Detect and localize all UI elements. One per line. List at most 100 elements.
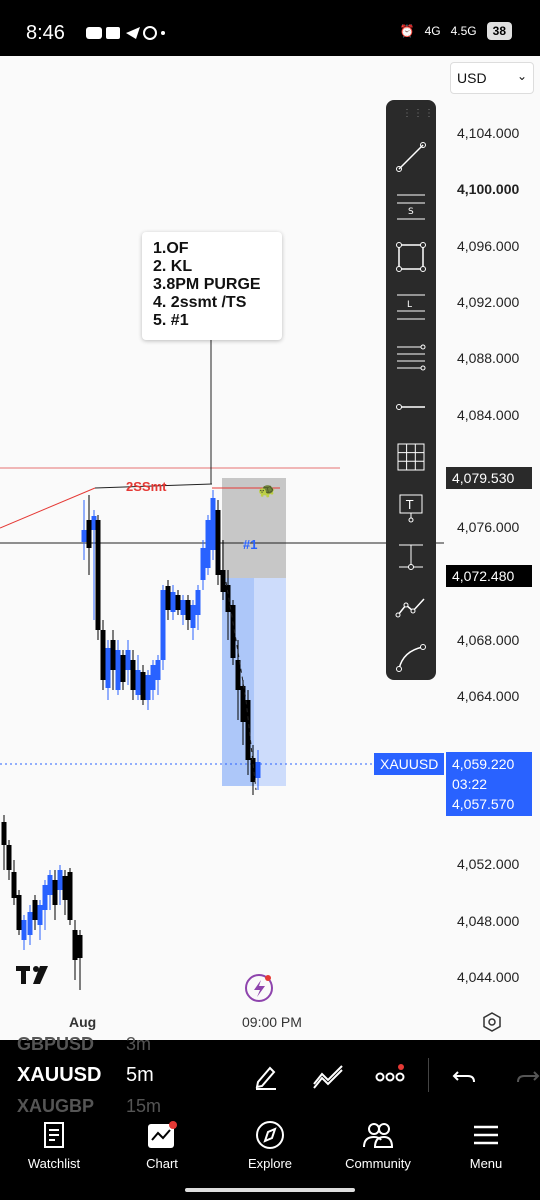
long-position-tool[interactable]: L	[386, 282, 436, 332]
candle-body	[6, 845, 12, 870]
indicator-icon	[313, 1065, 343, 1089]
chevron-down-icon: ⌄	[516, 69, 527, 83]
currency-select[interactable]: USD ⌄	[450, 62, 534, 94]
horizontal-ray-icon	[396, 404, 425, 410]
status-bar: 8:46 ⏰ 4G 4.5G 38	[0, 0, 540, 56]
nav-explore[interactable]: Explore	[216, 1112, 324, 1200]
text-tool[interactable]: T	[386, 482, 436, 532]
curve-tool[interactable]	[386, 632, 436, 682]
tradingview-logo	[16, 966, 48, 984]
candle-body	[47, 875, 53, 895]
bid-price: 4,059.220	[452, 756, 515, 772]
candle-body	[32, 900, 38, 920]
price-label: 4,104.000	[457, 125, 520, 141]
ghost-timeframe: 3m	[126, 1034, 152, 1054]
candle-body	[1, 822, 7, 845]
symbol-selector[interactable]: XAUUSD	[17, 1064, 101, 1087]
rectangle-tool[interactable]	[386, 232, 436, 282]
price-label: 4,088.000	[457, 350, 520, 366]
horizontal-ray-tool[interactable]	[386, 382, 436, 432]
nav-watchlist[interactable]: Watchlist	[0, 1112, 108, 1200]
price-label: 4,048.000	[457, 913, 520, 929]
turtle-icon: 🐢	[258, 482, 276, 498]
battery-icon: 38	[486, 22, 512, 40]
candle-body	[210, 498, 216, 550]
path-tool[interactable]	[386, 582, 436, 632]
candle-body	[110, 640, 116, 670]
note-line: 4. 2ssmt /TS	[153, 294, 247, 311]
undo-icon	[452, 1071, 475, 1083]
ask-price: 4,057.570	[452, 796, 515, 812]
candle-body	[215, 510, 221, 575]
nav-label: Chart	[146, 1156, 178, 1171]
live-price-tag: 4,059.220 03:22 4,057.570	[446, 752, 532, 816]
price-label: 4,100.000	[457, 181, 520, 197]
price-label: 4,084.000	[457, 407, 520, 423]
settings-icon	[483, 1012, 501, 1032]
candle-body	[170, 592, 176, 612]
drag-handle[interactable]: ⋮⋮⋮	[402, 108, 434, 119]
price-label: 4,076.000	[457, 519, 520, 535]
channel-icon	[397, 344, 426, 371]
candle-body	[185, 600, 191, 620]
price-range-tool[interactable]	[386, 532, 436, 582]
annotation-1: #1	[243, 537, 258, 552]
candle-body	[77, 935, 83, 958]
order-block-gray	[222, 478, 286, 578]
home-indicator[interactable]	[185, 1188, 355, 1192]
redo-button[interactable]	[516, 1064, 540, 1093]
path-icon	[395, 598, 425, 618]
candle-body	[67, 872, 73, 920]
status-time: 8:46	[26, 22, 65, 44]
candle-body	[200, 548, 206, 580]
price-tag-mid: 4,072.480	[446, 565, 532, 587]
timeframe-selector[interactable]: 5m	[126, 1064, 154, 1087]
nav-label: Community	[345, 1156, 411, 1171]
candle-body	[100, 630, 106, 680]
ghost-symbol: GBPUSD	[17, 1034, 95, 1054]
bottom-nav: Watchlist Chart Explore Community Menu	[0, 1112, 540, 1200]
candle-body	[115, 650, 121, 690]
draw-tools-button[interactable]	[252, 1062, 280, 1095]
chart-canvas[interactable]: USD ⌄ 1.OF 2. KL 3.8PM PURGE 4. 2ssmt /T…	[0, 56, 540, 1040]
price-label: 4,052.000	[457, 856, 520, 872]
price-range-icon	[399, 544, 423, 570]
annotation-note[interactable]: 1.OF 2. KL 3.8PM PURGE 4. 2ssmt /TS 5. #…	[142, 232, 282, 340]
candle-body	[175, 595, 181, 610]
candle-body	[225, 585, 231, 612]
indicators-button[interactable]	[312, 1062, 344, 1095]
system-icons: ⏰ 4G 4.5G 38	[400, 22, 512, 40]
svg-text:L: L	[407, 300, 412, 310]
parallel-channel-tool[interactable]	[386, 332, 436, 382]
fib-icon: S	[397, 194, 425, 220]
note-line: 1.OF	[153, 240, 189, 257]
menu-icon	[474, 1125, 498, 1145]
rectangle-icon	[396, 242, 426, 272]
candle-body	[42, 885, 48, 910]
candle-body	[190, 605, 196, 628]
notification-icons	[86, 24, 166, 47]
svg-text:S: S	[408, 207, 414, 217]
note-line: 2. KL	[153, 258, 193, 275]
nav-menu[interactable]: Menu	[432, 1112, 540, 1200]
price-label: 4,092.000	[457, 294, 520, 310]
trend-line-tool[interactable]	[386, 132, 436, 182]
chart-icon	[148, 1121, 177, 1148]
candle-body	[95, 520, 101, 630]
community-icon	[363, 1123, 394, 1148]
nav-community[interactable]: Community	[324, 1112, 432, 1200]
note-line: 5. #1	[153, 312, 189, 329]
undo-button[interactable]	[452, 1064, 476, 1093]
alarm-icon: ⏰	[399, 24, 415, 38]
text-icon: T	[399, 494, 423, 523]
candles	[1, 490, 261, 990]
nav-chart[interactable]: Chart	[108, 1112, 216, 1200]
symbol-tag: XAUUSD	[374, 753, 445, 775]
countdown: 03:22	[452, 776, 488, 792]
candle-body	[130, 660, 136, 690]
candle-body	[255, 762, 261, 778]
grid-tool[interactable]	[386, 432, 436, 482]
fib-tool[interactable]: S	[386, 182, 436, 232]
grid-icon	[397, 443, 425, 471]
more-button[interactable]	[375, 1062, 407, 1095]
